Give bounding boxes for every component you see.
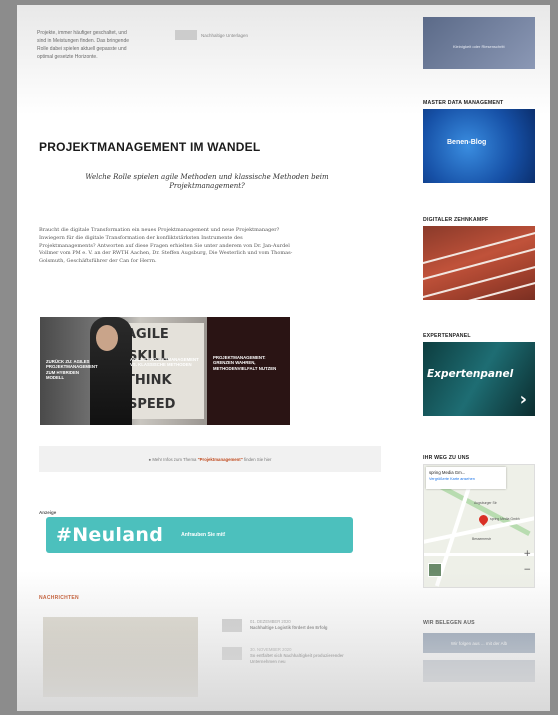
teaser-thumbnail — [175, 30, 197, 40]
teaser-text: Projekte, immer häufiger geschaltet, und… — [37, 30, 130, 60]
whiteboard: AGILE SKILL THINK SPEED — [120, 323, 204, 419]
hero-caption-1[interactable]: Zurück zu: agiles Projektmanagement zum … — [46, 359, 98, 381]
place-card[interactable]: spring Media Gm... Vergrößerte Karte ans… — [426, 467, 506, 489]
banner-title: #Neuland — [56, 524, 164, 546]
chevron-right-icon: › — [519, 389, 527, 410]
banner-cta: Anfrauben Sie mit! — [181, 532, 226, 538]
map-heading: IHR WEG ZU UNS — [423, 455, 470, 461]
article-body: Braucht die digitale Transformation ein … — [39, 227, 293, 265]
zoom-in-button[interactable]: + — [523, 549, 531, 559]
topic-link[interactable]: "Projektmanagement" — [198, 457, 243, 462]
hero-caption-3[interactable]: Projektmanagement: Grenzen wahren, Metho… — [213, 355, 285, 371]
zehnkampf-image[interactable] — [423, 226, 535, 300]
expertenpanel-heading: EXPERTENPANEL — [423, 333, 471, 339]
topic-notice[interactable]: ● Mehr Infos zum Thema "Projektmanagemen… — [39, 446, 381, 472]
larger-map-link[interactable]: Vergrößerte Karte ansehen — [429, 477, 503, 481]
sidebar-top-image[interactable]: Kleinigkeit oder Riesenschritt — [423, 17, 535, 69]
follow-banner[interactable] — [423, 660, 535, 682]
zehnkampf-heading: DIGITALER ZEHNKAMPF — [423, 217, 489, 223]
teaser-link[interactable]: Nachhaltige Unterlagen — [175, 30, 248, 40]
presenter-face — [96, 325, 118, 351]
news-image[interactable] — [43, 617, 198, 697]
news-thumbnail — [222, 619, 242, 632]
follow-heading: WIR BELEGEN AUS — [423, 620, 475, 626]
hero-photo: AGILE SKILL THINK SPEED Zurück zu: agile… — [40, 317, 207, 425]
location-map[interactable]: spring Media Gm... Vergrößerte Karte ans… — [423, 464, 535, 588]
expertenpanel-image[interactable]: Expertenpanel › — [423, 342, 535, 416]
follow-button[interactable]: Wir folgen aus ... mit der Alb — [423, 633, 535, 653]
news-item[interactable]: 30. NOVEMBER 2020 So entfaltet sich Nach… — [222, 647, 350, 665]
satellite-toggle[interactable] — [428, 563, 442, 577]
page-frame: Projekte, immer häufiger geschaltet, und… — [17, 5, 550, 711]
article-lead: Welche Rolle spielen agile Methoden und … — [85, 173, 329, 190]
zoom-out-button[interactable]: − — [523, 565, 531, 575]
article-title: PROJEKTMANAGEMENT IM WANDEL — [39, 140, 261, 154]
hero-panel: Projektmanagement: Grenzen wahren, Metho… — [207, 317, 290, 425]
news-heading: NACHRICHTEN — [39, 595, 79, 601]
mdm-image[interactable]: Benen-Blog — [423, 109, 535, 183]
news-item[interactable]: 01. DEZEMBER 2020 Nachhaltige Logistik f… — [222, 619, 327, 632]
ad-label: Anzeige — [39, 510, 57, 515]
neuland-banner[interactable]: #Neuland Anfrauben Sie mit! — [46, 517, 353, 553]
news-thumbnail — [222, 647, 242, 660]
hero-image[interactable]: AGILE SKILL THINK SPEED Zurück zu: agile… — [40, 317, 290, 425]
hero-caption-2[interactable]: Agiles Projektmanagement vs. klassische … — [130, 357, 202, 368]
mdm-heading: MASTER DATA MANAGEMENT — [423, 100, 504, 106]
